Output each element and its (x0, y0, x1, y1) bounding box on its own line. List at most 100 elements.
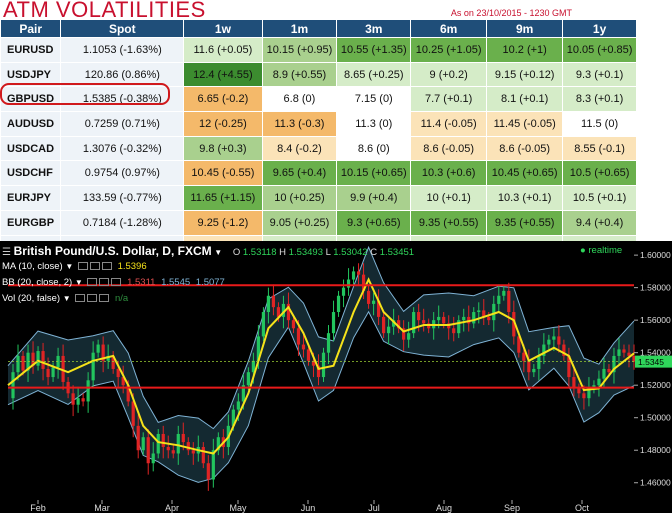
candle-body (607, 368, 611, 373)
candle-body (291, 320, 296, 329)
vol-cell: 12.4 (+4.55) (183, 61, 263, 88)
menu-icon[interactable]: ☰ (2, 247, 11, 258)
vol-cell: 10.45 (-0.55) (183, 160, 263, 187)
candle-body (11, 372, 15, 399)
settings-icon[interactable] (77, 262, 88, 271)
candle-body (306, 349, 311, 361)
table-body: EURUSD 1.1053 (-1.63%) 11.6 (+0.05) 10.15 (… (0, 37, 637, 261)
candle-body (131, 401, 135, 426)
ohlc-open: 1.53118 (242, 247, 277, 258)
table-row: AUDUSD 0.7259 (0.71%) 12 (-0.25) 11.3 (-0.3… (0, 111, 637, 137)
candle-body (156, 433, 160, 454)
ma-indicator-name: MA (10, close) (2, 261, 63, 272)
candle-body (91, 352, 95, 381)
candle-body (201, 446, 205, 464)
ohlc-l-label: L (325, 247, 331, 258)
chevron-down-icon[interactable]: ▼ (214, 248, 222, 257)
pair-cell: USDCHF (0, 160, 62, 187)
vol-cell: 10 (+0.1) (410, 185, 488, 211)
vol-cell: 10.15 (+0.95) (261, 37, 338, 63)
candle-body (46, 368, 50, 378)
candle-body (487, 316, 491, 321)
last-price-label: 1.5345 (638, 357, 664, 367)
candle-body (71, 393, 75, 405)
bb-indicator-legend: BB (20, close, 2) ▼ 1.5311 1.5545 1.5077 (2, 277, 225, 288)
vol-cell: 7.15 (0) (336, 86, 412, 113)
candle-body (472, 312, 476, 324)
vol-cell: 10.2 (+1) (486, 37, 564, 63)
column-header: 9m (486, 19, 564, 38)
chevron-down-icon[interactable]: ▼ (75, 278, 83, 287)
vol-cell: 11.3 (0) (336, 111, 412, 137)
close-icon[interactable] (99, 294, 110, 303)
vol-cell: 10 (+0.25) (261, 185, 338, 211)
chevron-down-icon[interactable]: ▼ (65, 262, 73, 271)
vol-cell: 6.65 (-0.2) (183, 86, 263, 113)
candle-body (336, 295, 341, 313)
x-tick-label: Apr (165, 503, 179, 513)
chart-title: British Pound/U.S. Dollar, D, FXCM (13, 244, 212, 258)
as-of-timestamp: As on 23/10/2015 - 1230 GMT (450, 8, 572, 18)
vol-cell: 10.15 (+0.65) (336, 160, 412, 187)
ohlc-low: 1.53042 (333, 247, 368, 258)
vol-cell: 9.3 (+0.65) (336, 209, 412, 236)
candle-body (407, 333, 411, 340)
bb-indicator-name: BB (20, close, 2) (2, 277, 73, 288)
vol-cell: 9.3 (+0.1) (562, 61, 637, 88)
y-tick-label: 1.48000 (640, 445, 671, 455)
vol-cell: 8.65 (+0.25) (336, 61, 412, 88)
price-chart[interactable]: 1.60000 1.58000 1.56000 1.54000 1.52000 1.500… (0, 241, 672, 513)
table-row: EURJPY 133.59 (-0.77%) 11.65 (+1.15) 10 (+0… (0, 185, 637, 211)
candle-body (211, 450, 215, 480)
candle-body (136, 425, 140, 451)
candle-body (171, 450, 175, 454)
vol-cell: 8.6 (-0.05) (486, 135, 564, 162)
candle-body (412, 312, 416, 334)
candle-body (422, 320, 426, 324)
chart-title-bar: ☰ British Pound/U.S. Dollar, D, FXCM ▼ O… (2, 244, 414, 258)
candle-body (321, 352, 326, 378)
bb-middle-value: 1.5311 (127, 277, 156, 288)
vol-cell: 9.25 (-1.2) (183, 209, 263, 236)
candle-body (346, 279, 351, 288)
table-row: USDCAD 1.3076 (-0.32%) 9.8 (+0.3) 8.4 (-0.2… (0, 135, 637, 162)
close-icon[interactable] (101, 262, 112, 271)
y-tick-label: 1.52000 (640, 380, 671, 390)
candle-body (366, 290, 371, 304)
candle-body (151, 453, 155, 464)
candle-body (86, 380, 90, 402)
visibility-icon[interactable] (99, 278, 110, 287)
candle-body (116, 368, 120, 378)
candle-body (417, 312, 421, 321)
vol-cell: 9.9 (+0.4) (336, 185, 412, 211)
settings-icon[interactable] (75, 294, 86, 303)
pair-cell: GBPUSD (0, 86, 62, 113)
candle-body (532, 368, 536, 373)
visibility-icon[interactable] (87, 294, 98, 303)
candle-body (507, 290, 511, 313)
realtime-dot-icon: ● (580, 245, 586, 256)
vol-cell: 8.1 (+0.1) (486, 86, 564, 113)
table-row: USDCHF 0.9754 (0.97%) 10.45 (-0.55) 9.65 (+… (0, 160, 637, 187)
column-header: Pair (0, 19, 62, 38)
vol-cell: 11.6 (+0.05) (183, 37, 263, 63)
vol-cell: 9.35 (+0.55) (410, 209, 488, 236)
vol-cell: 8.3 (+0.1) (562, 86, 637, 113)
visibility-icon[interactable] (89, 262, 100, 271)
chevron-down-icon[interactable]: ▼ (63, 294, 71, 303)
candle-body (557, 336, 561, 345)
settings-icon[interactable] (87, 278, 98, 287)
candle-body (261, 312, 266, 337)
candle-body (622, 349, 626, 353)
realtime-label: realtime (588, 245, 623, 256)
vol-cell: 7.7 (+0.1) (410, 86, 488, 113)
spot-cell: 1.1053 (-1.63%) (60, 37, 185, 63)
x-tick-label: Jul (368, 503, 380, 513)
y-tick-label: 1.46000 (640, 478, 671, 488)
vol-cell: 11.45 (-0.05) (486, 111, 564, 137)
y-tick-label: 1.60000 (640, 250, 671, 260)
candle-body (537, 355, 541, 369)
close-icon[interactable] (111, 278, 122, 287)
table-row: GBPUSD 1.5385 (-0.38%) 6.65 (-0.2) 6.8 (0) 7… (0, 86, 637, 113)
column-header: 1w (183, 19, 263, 38)
